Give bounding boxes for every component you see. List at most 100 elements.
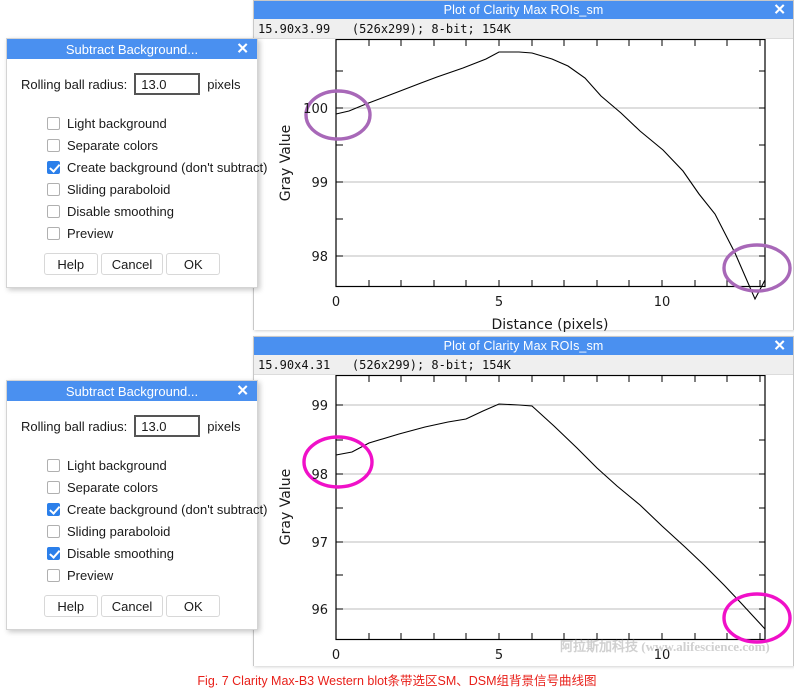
checkbox-preview[interactable]: Preview: [47, 565, 245, 585]
checkbox-icon[interactable]: [47, 204, 60, 218]
checkbox-sliding-paraboloid[interactable]: Sliding paraboloid: [47, 521, 245, 541]
ytick-label-bottom-99: 99: [311, 399, 328, 414]
checkbox-label: Light background: [67, 115, 167, 131]
checkbox-icon[interactable]: [47, 138, 60, 152]
figure-caption: Fig. 7 Clarity Max-B3 Western blot条带选区SM…: [197, 674, 597, 688]
data-curve-top: [335, 51, 766, 301]
ytick-label-bottom-96: 96: [311, 603, 328, 618]
plot-window-top-info-text: 15.90x3.99 (526x299); 8-bit; 154K: [258, 21, 511, 36]
ytick-label-top-100: 100: [303, 102, 328, 117]
highlight-ellipse-end-bottom: [722, 592, 792, 644]
dialog-bottom-checkbox-group: Light background Separate colors Create …: [19, 455, 267, 585]
checkbox-icon[interactable]: [47, 458, 60, 472]
rolling-ball-radius-label: Rolling ball radius:: [21, 418, 128, 434]
cancel-button[interactable]: Cancel: [100, 253, 164, 275]
plot-window-bottom-title: Plot of Clarity Max ROIs_sm: [443, 339, 604, 353]
checkbox-icon[interactable]: [47, 480, 60, 494]
plot-window-top-title: Plot of Clarity Max ROIs_sm: [443, 3, 604, 17]
dialog-top-checkbox-group: Light background Separate colors Create …: [19, 113, 267, 243]
xtick-label-top-5: 5: [495, 295, 503, 310]
highlight-ellipse-end-top: [722, 243, 792, 293]
checkbox-light-background[interactable]: Light background: [47, 455, 245, 475]
rolling-ball-radius-unit: pixels: [207, 418, 241, 434]
ok-button[interactable]: OK: [166, 253, 221, 275]
dialog-bottom-title: Subtract Background...: [65, 383, 199, 399]
checkbox-create-background[interactable]: Create background (don't subtract): [47, 157, 267, 177]
checkbox-label: Light background: [67, 457, 167, 473]
checkbox-disable-smoothing[interactable]: Disable smoothing: [47, 543, 245, 563]
checkbox-create-background[interactable]: Create background (don't subtract): [47, 499, 267, 519]
plot-canvas-bottom[interactable]: 99 98 97 96 0 5 10 Gray Value: [254, 375, 793, 666]
checkbox-label: Preview: [67, 225, 114, 241]
plot-window-top-titlebar[interactable]: Plot of Clarity Max ROIs_sm ✕: [254, 1, 793, 19]
plot-window-top-infobar: 15.90x3.99 (526x299); 8-bit; 154K: [254, 19, 793, 39]
checkbox-label: Disable smoothing: [67, 545, 174, 561]
plot-window-bottom-infobar: 15.90x4.31 (526x299); 8-bit; 154K: [254, 355, 793, 375]
plot-window-bottom-info-text: 15.90x4.31 (526x299); 8-bit; 154K: [258, 357, 511, 372]
help-button[interactable]: Help: [43, 595, 98, 617]
xaxis-title-top: Distance (pixels): [491, 317, 608, 332]
dialog-top-body: Rolling ball radius: pixels Light backgr…: [7, 59, 267, 287]
checkbox-icon[interactable]: [47, 182, 60, 196]
subtract-background-dialog-top[interactable]: Subtract Background... ✕ Rolling ball ra…: [6, 38, 267, 288]
dialog-bottom-button-row: Help Cancel OK: [19, 595, 245, 621]
checkbox-icon[interactable]: [47, 568, 60, 582]
checkbox-label: Disable smoothing: [67, 203, 174, 219]
checkbox-label: Separate colors: [67, 137, 159, 153]
xtick-label-top-10: 10: [654, 295, 671, 310]
help-button[interactable]: Help: [43, 253, 98, 275]
rolling-ball-radius-input[interactable]: [134, 73, 201, 95]
dialog-top-title: Subtract Background...: [65, 41, 199, 57]
dialog-top-button-row: Help Cancel OK: [19, 253, 245, 279]
rolling-ball-radius-row: Rolling ball radius: pixels: [19, 73, 245, 95]
ytick-label-top-99: 99: [311, 176, 328, 191]
plot-window-bottom-titlebar[interactable]: Plot of Clarity Max ROIs_sm ✕: [254, 337, 793, 355]
yticks-bottom: [336, 404, 765, 610]
checkbox-icon[interactable]: [47, 160, 60, 174]
plot-window-top[interactable]: Plot of Clarity Max ROIs_sm ✕ 15.90x3.99…: [253, 0, 794, 332]
checkbox-sliding-paraboloid[interactable]: Sliding paraboloid: [47, 179, 245, 199]
subtract-background-dialog-bottom[interactable]: Subtract Background... ✕ Rolling ball ra…: [6, 380, 267, 630]
plot-window-bottom[interactable]: Plot of Clarity Max ROIs_sm ✕ 15.90x4.31…: [253, 336, 794, 666]
rolling-ball-radius-label: Rolling ball radius:: [21, 76, 128, 92]
close-icon[interactable]: ✕: [773, 339, 786, 354]
close-icon[interactable]: ✕: [773, 3, 786, 18]
xtick-label-bottom-0: 0: [332, 648, 340, 663]
yaxis-title-bottom: Gray Value: [278, 469, 294, 545]
checkbox-disable-smoothing[interactable]: Disable smoothing: [47, 201, 245, 221]
checkbox-label: Create background (don't subtract): [67, 159, 268, 175]
ok-button[interactable]: OK: [166, 595, 221, 617]
checkbox-light-background[interactable]: Light background: [47, 113, 245, 133]
checkbox-label: Preview: [67, 567, 114, 583]
rolling-ball-radius-unit: pixels: [207, 76, 241, 92]
yaxis-title-top: Gray Value: [278, 125, 294, 201]
dialog-bottom-titlebar[interactable]: Subtract Background... ✕: [7, 381, 257, 401]
checkbox-label: Create background (don't subtract): [67, 501, 268, 517]
cancel-button[interactable]: Cancel: [100, 595, 164, 617]
close-icon[interactable]: ✕: [236, 42, 249, 57]
plot-canvas-top[interactable]: 100 99 98 0 5 10 Distance (pixels) Gray …: [254, 39, 793, 332]
checkbox-icon[interactable]: [47, 502, 60, 516]
plot-svg-top: 100 99 98 0 5 10 Distance (pixels) Gray …: [278, 39, 792, 332]
rolling-ball-radius-row: Rolling ball radius: pixels: [19, 415, 245, 437]
checkbox-separate-colors[interactable]: Separate colors: [47, 477, 245, 497]
checkbox-icon[interactable]: [47, 524, 60, 538]
dialog-top-titlebar[interactable]: Subtract Background... ✕: [7, 39, 257, 59]
dialog-bottom-body: Rolling ball radius: pixels Light backgr…: [7, 401, 267, 629]
close-icon[interactable]: ✕: [236, 384, 249, 399]
rolling-ball-radius-input[interactable]: [134, 415, 201, 437]
plot-frame-bottom: [335, 375, 766, 641]
checkbox-icon[interactable]: [47, 116, 60, 130]
checkbox-icon[interactable]: [47, 226, 60, 240]
checkbox-icon[interactable]: [47, 546, 60, 560]
ytick-label-bottom-98: 98: [311, 468, 328, 483]
checkbox-label: Sliding paraboloid: [67, 181, 171, 197]
checkbox-label: Separate colors: [67, 479, 159, 495]
xticks-bottom: [335, 375, 761, 640]
gridlines-bottom: [336, 404, 765, 610]
checkbox-preview[interactable]: Preview: [47, 223, 245, 243]
checkbox-separate-colors[interactable]: Separate colors: [47, 135, 245, 155]
xticks-top: [335, 39, 761, 287]
xtick-label-bottom-10: 10: [654, 648, 671, 663]
xtick-label-top-0: 0: [332, 295, 340, 310]
